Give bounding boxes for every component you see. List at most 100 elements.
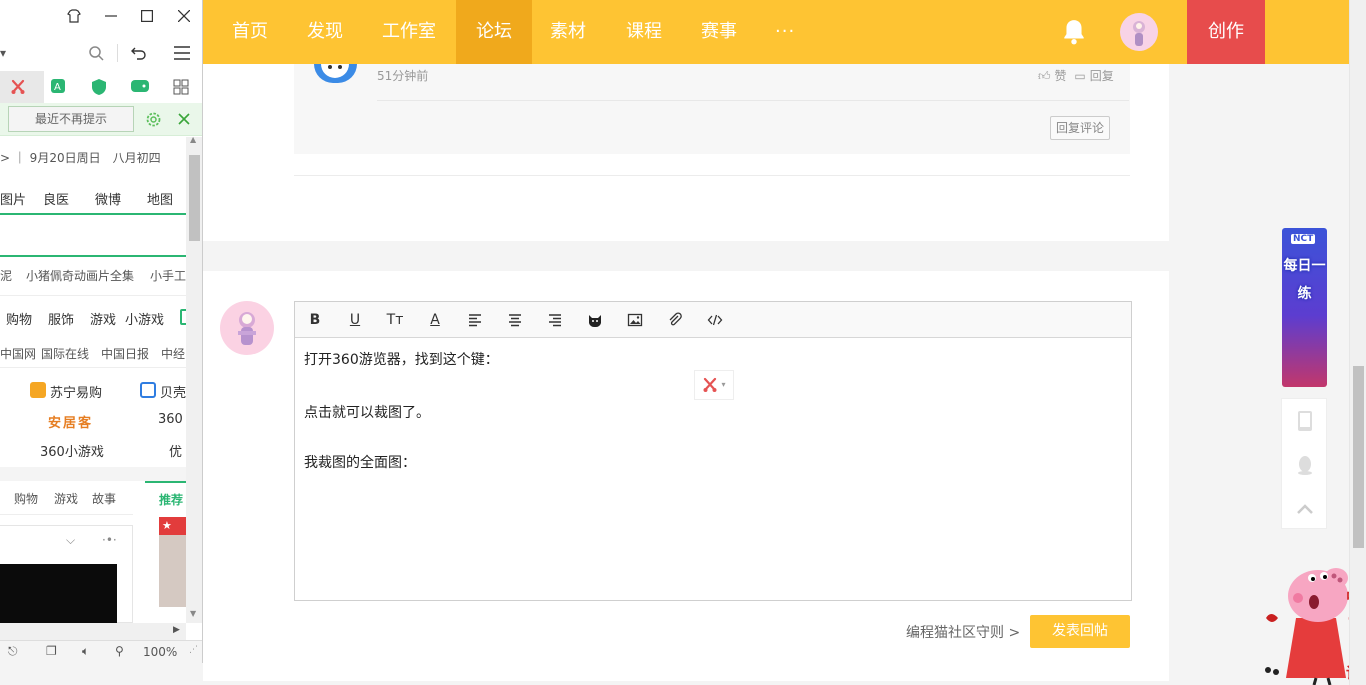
more-dots-icon[interactable]: ·•· — [102, 533, 117, 547]
hot-link-3[interactable]: 小手工 — [150, 267, 186, 284]
community-rules-link[interactable]: 编程猫社区守则 > — [906, 622, 1020, 642]
gamepad-icon[interactable] — [130, 78, 150, 98]
search-tab-weibo[interactable]: 微博 — [95, 189, 121, 208]
settings-icon[interactable] — [145, 111, 162, 132]
category-games[interactable]: 游戏 — [90, 309, 116, 328]
undo-icon[interactable] — [130, 44, 148, 66]
bold-icon[interactable]: B — [305, 310, 325, 330]
submit-reply-button[interactable]: 发表回帖 — [1030, 615, 1130, 648]
nav-studio[interactable]: 工作室 — [375, 0, 443, 64]
image-icon[interactable] — [625, 310, 645, 330]
text-size-icon[interactable]: Tт — [385, 310, 405, 330]
like-button[interactable]: 赞 — [1055, 69, 1067, 83]
notice-close-icon[interactable] — [178, 113, 190, 129]
tab-games[interactable]: 游戏 — [54, 490, 78, 507]
browser-hscrollbar[interactable]: ▶ — [0, 623, 186, 640]
search-tab-doctor[interactable]: 良医 — [43, 189, 69, 208]
screenshot-button[interactable] — [0, 71, 44, 103]
news-site-3[interactable]: 中国日报 — [101, 345, 149, 362]
code-icon[interactable] — [705, 310, 725, 330]
reply-comment-button[interactable]: 回复评论 — [1050, 116, 1110, 140]
translate-icon[interactable]: A — [50, 78, 68, 100]
shop-360-games[interactable]: 360小游戏 — [40, 441, 104, 460]
editor-body[interactable]: 打开360游览器，找到这个键： ▾ 点击就可以裁图了。 我裁图的全面图： — [295, 338, 1131, 471]
nav-events[interactable]: 赛事 — [692, 0, 746, 64]
maximize-icon[interactable] — [135, 4, 159, 28]
nav-courses[interactable]: 课程 — [617, 0, 671, 64]
divider — [117, 44, 118, 62]
align-center-icon[interactable] — [505, 310, 525, 330]
category-mini-games[interactable]: 小游戏 — [125, 309, 164, 328]
category-shopping[interactable]: 购物 — [6, 309, 32, 328]
menu-icon[interactable] — [173, 45, 191, 65]
video-thumbnail[interactable] — [0, 564, 117, 623]
sound-icon[interactable]: 🔈︎ — [82, 644, 89, 659]
dont-remind-button[interactable]: 最近不再提示 — [8, 106, 134, 132]
shop-anjuke[interactable]: 安居客 — [48, 412, 93, 431]
scroll-right-icon[interactable]: ▶ — [173, 625, 180, 635]
reply-panel: 51分钟前 👍︎ 赞 ▭ 回复 回复评论 — [203, 64, 1169, 241]
recommend-thumbnail[interactable]: ★ — [159, 517, 186, 607]
qq-icon[interactable] — [1282, 443, 1328, 486]
shop-suning[interactable]: 苏宁易购 — [50, 382, 102, 401]
history-icon[interactable]: ⎋ — [8, 644, 18, 659]
reply-editor[interactable]: B U Tт A 打开360游览器，找到这个键： ▾ 点击就可以裁图了。 我裁图… — [294, 301, 1132, 601]
back-to-top-icon[interactable] — [1282, 487, 1328, 530]
apps-icon[interactable] — [173, 79, 189, 99]
news-site-2[interactable]: 国际在线 — [41, 345, 89, 362]
scroll-up-icon[interactable]: ▲ — [190, 135, 196, 144]
close-icon[interactable] — [172, 4, 196, 28]
news-site-1[interactable]: 中国网 — [0, 345, 36, 362]
reply-button[interactable]: 回复 — [1090, 69, 1114, 83]
tab-stories[interactable]: 故事 — [92, 490, 116, 507]
current-user-avatar[interactable] — [220, 301, 274, 355]
font-color-icon[interactable]: A — [425, 310, 445, 330]
recommend-tab[interactable]: 推荐 — [145, 481, 186, 515]
page-scrollbar[interactable] — [1349, 0, 1366, 685]
news-site-4[interactable]: 中经 — [161, 345, 185, 362]
align-left-icon[interactable] — [465, 310, 485, 330]
skin-icon[interactable] — [62, 4, 86, 28]
emoji-cat-icon[interactable] — [585, 310, 605, 330]
nav-discover[interactable]: 发现 — [298, 0, 352, 64]
editor-toolbar: B U Tт A — [295, 302, 1131, 338]
page-scrollbar-thumb[interactable] — [1353, 366, 1364, 548]
attachment-icon[interactable] — [665, 310, 685, 330]
hot-link-2[interactable]: 小猪佩奇动画片全集 — [26, 267, 134, 284]
nav-forum[interactable]: 论坛 — [456, 0, 532, 64]
nav-more-button[interactable]: ··· — [775, 0, 795, 64]
zoom-level[interactable]: 100% — [143, 645, 177, 659]
hot-link-1[interactable]: 泥 — [0, 267, 12, 284]
shop-beike[interactable]: 贝壳 — [160, 382, 186, 401]
align-right-icon[interactable] — [545, 310, 565, 330]
window-icon[interactable]: ❐ — [46, 644, 57, 658]
user-avatar-top[interactable] — [1120, 13, 1158, 51]
bell-icon[interactable] — [1061, 18, 1087, 46]
search-tab-map[interactable]: 地图 — [147, 189, 173, 208]
tab-shopping[interactable]: 购物 — [14, 490, 38, 507]
nav-materials[interactable]: 素材 — [541, 0, 595, 64]
nav-home[interactable]: 首页 — [223, 0, 277, 64]
like-icon[interactable]: 👍︎ — [1038, 69, 1051, 83]
shield-icon[interactable] — [90, 78, 108, 100]
divider — [0, 295, 186, 296]
video-card[interactable]: ⌵ ·•· — [0, 525, 133, 623]
mobile-icon[interactable] — [1282, 399, 1328, 442]
shop-360[interactable]: 360 — [158, 412, 183, 427]
create-button[interactable]: 创作 — [1187, 0, 1265, 64]
minimize-icon[interactable] — [99, 4, 123, 28]
search-icon[interactable] — [88, 45, 104, 65]
search-tab-images[interactable]: 图片 — [0, 189, 26, 208]
category-clothing[interactable]: 服饰 — [48, 309, 74, 328]
dropdown-icon[interactable]: ▾ — [0, 46, 6, 60]
resize-grip-icon[interactable]: ⋰ — [189, 645, 198, 655]
scroll-down-icon[interactable]: ▼ — [190, 609, 196, 618]
ad-banner[interactable]: NCT 每日一练 — [1282, 228, 1327, 387]
zoom-icon[interactable]: ⚲ — [115, 644, 124, 658]
comment-icon[interactable]: ▭ — [1074, 69, 1085, 83]
browser-scrollbar-thumb[interactable] — [189, 155, 200, 241]
chevron-down-icon[interactable]: ⌵ — [66, 533, 75, 548]
shop-you[interactable]: 优 — [169, 441, 182, 460]
browser-scrollbar[interactable]: ▲ ▼ — [186, 135, 202, 623]
underline-icon[interactable]: U — [345, 310, 365, 330]
